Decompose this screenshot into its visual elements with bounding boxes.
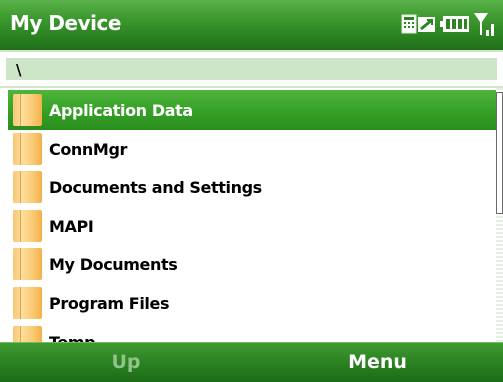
scroll-thumb[interactable] [496, 92, 503, 214]
folder-icon [13, 94, 42, 126]
list-item-label: Program Files [49, 293, 170, 313]
list-item[interactable]: My Documents [8, 244, 496, 284]
list-item-label: Temp [49, 332, 96, 343]
status-icons [401, 12, 497, 40]
folder-list: Application Data ConnMgr Documents and S… [0, 88, 503, 342]
list-item[interactable]: ConnMgr [8, 129, 496, 169]
folder-icon [13, 210, 42, 242]
softkey-bar: Up Menu [0, 342, 503, 382]
signal-strength-icon [473, 10, 497, 42]
list-item[interactable]: Documents and Settings [8, 167, 496, 207]
folder-icon [13, 248, 42, 280]
current-path: \ [16, 61, 22, 79]
list-item-label: Application Data [49, 100, 193, 120]
list-item-label: My Documents [49, 254, 178, 274]
scrollbar[interactable] [496, 88, 503, 342]
battery-icon [440, 12, 470, 40]
menu-softkey[interactable]: Menu [252, 343, 503, 382]
list-item[interactable]: Application Data [8, 90, 496, 130]
list-item-label: MAPI [49, 216, 94, 236]
screen: My Device \ Application Data ConnMgr Doc… [0, 0, 503, 382]
data-connection-icon [401, 12, 437, 40]
path-field: \ [6, 58, 497, 80]
list-item-label: Documents and Settings [49, 177, 262, 197]
folder-icon [13, 326, 42, 342]
list-item-label: ConnMgr [49, 139, 127, 159]
path-bar: \ [0, 50, 503, 88]
list-item[interactable]: MAPI [8, 206, 496, 246]
folder-icon [13, 171, 42, 203]
list-item[interactable]: Temp [8, 322, 496, 342]
title-bar: My Device [0, 0, 503, 50]
folder-icon [13, 133, 42, 165]
list-item[interactable]: Program Files [8, 283, 496, 323]
folder-icon [13, 287, 42, 319]
page-title: My Device [10, 11, 121, 35]
up-softkey[interactable]: Up [0, 343, 252, 382]
